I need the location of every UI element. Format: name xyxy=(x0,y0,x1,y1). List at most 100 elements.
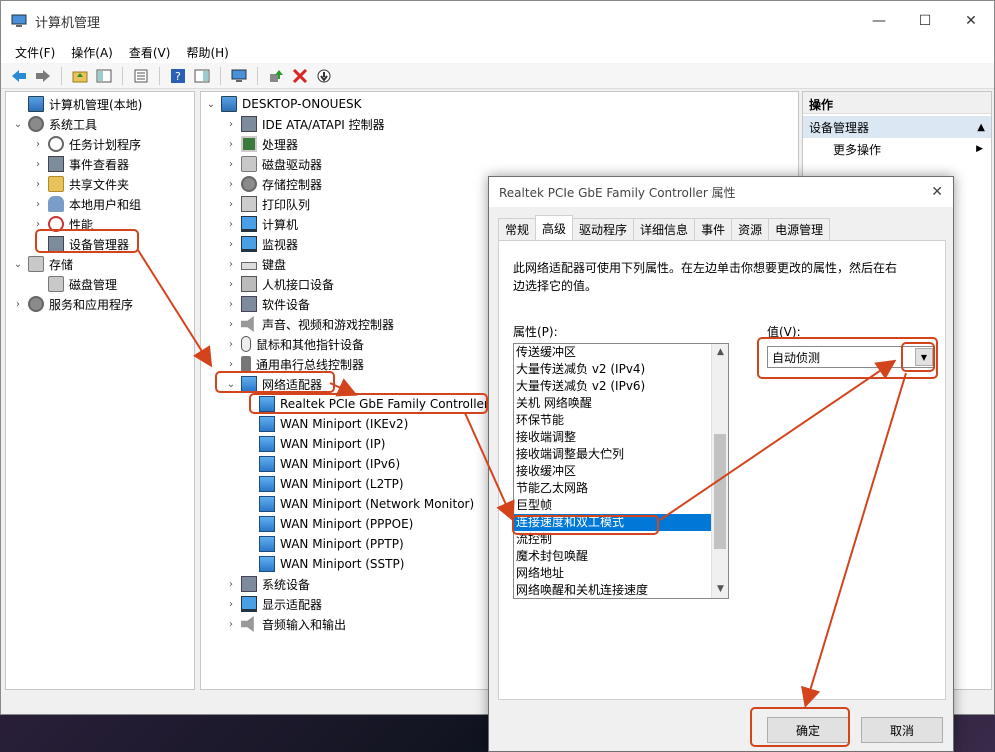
chevron-right-icon[interactable]: › xyxy=(12,299,24,310)
dialog-close-icon[interactable]: ✕ xyxy=(931,184,943,200)
network-adapter-7[interactable]: WAN Miniport (PPTP) xyxy=(243,534,404,554)
chevron-right-icon[interactable]: › xyxy=(225,359,237,370)
chevron-right-icon[interactable]: › xyxy=(225,279,237,290)
forward-arrow-icon[interactable] xyxy=(33,66,53,86)
device-category-11[interactable]: › 鼠标和其他指针设备 xyxy=(225,334,364,354)
chevron-right-icon[interactable]: › xyxy=(225,339,237,350)
maximize-button[interactable]: ☐ xyxy=(902,1,948,41)
chevron-right-icon[interactable]: › xyxy=(225,139,237,150)
device-category-3[interactable]: › 存储控制器 xyxy=(225,174,322,194)
property-item[interactable]: 接收端调整 xyxy=(514,429,711,446)
scan-hardware-icon[interactable] xyxy=(229,66,249,86)
device-category-1[interactable]: › 处理器 xyxy=(225,134,298,154)
property-item[interactable]: 节能乙太网路 xyxy=(514,480,711,497)
network-adapter-2[interactable]: WAN Miniport (IP) xyxy=(243,434,385,454)
network-adapter-5[interactable]: WAN Miniport (Network Monitor) xyxy=(243,494,474,514)
show-tree-icon[interactable] xyxy=(94,66,114,86)
chevron-down-icon[interactable]: ⌄ xyxy=(12,259,24,270)
tree-item-5[interactable]: › 本地用户和组 xyxy=(32,194,141,214)
tab-6[interactable]: 电源管理 xyxy=(768,218,831,240)
scroll-up-icon[interactable]: ▲ xyxy=(712,344,728,361)
scroll-thumb[interactable] xyxy=(714,434,726,549)
tab-3[interactable]: 详细信息 xyxy=(633,218,696,240)
device-category-0[interactable]: › IDE ATA/ATAPI 控制器 xyxy=(225,114,385,134)
properties-icon[interactable] xyxy=(131,66,151,86)
close-window-button[interactable]: ✕ xyxy=(948,1,994,41)
property-item[interactable]: 巨型帧 xyxy=(514,497,711,514)
chevron-right-icon[interactable]: › xyxy=(32,139,44,150)
help-icon[interactable]: ? xyxy=(168,66,188,86)
device-category-10[interactable]: › 声音、视频和游戏控制器 xyxy=(225,314,394,334)
property-item[interactable]: 大量传送减负 v2 (IPv4) xyxy=(514,361,711,378)
up-folder-icon[interactable] xyxy=(70,66,90,86)
network-adapter-6[interactable]: WAN Miniport (PPPOE) xyxy=(243,514,413,534)
device-category-8[interactable]: › 人机接口设备 xyxy=(225,274,334,294)
action-section-device-manager[interactable]: 设备管理器 ▲ xyxy=(803,116,991,138)
device-category-after-2[interactable]: › 音频输入和输出 xyxy=(225,614,346,634)
back-arrow-icon[interactable] xyxy=(9,66,29,86)
property-listbox[interactable]: 传送缓冲区 大量传送减负 v2 (IPv4) 大量传送减负 v2 (IPv6) 关机 … xyxy=(513,343,729,599)
property-item[interactable]: 接收端调整最大伫列 xyxy=(514,446,711,463)
device-category-9[interactable]: › 软件设备 xyxy=(225,294,310,314)
tree-item-1[interactable]: ⌄ 系统工具 xyxy=(12,114,97,134)
menu-file[interactable]: 文件(F) xyxy=(7,44,63,61)
device-category-2[interactable]: › 磁盘驱动器 xyxy=(225,154,322,174)
update-driver-icon[interactable] xyxy=(266,66,286,86)
tab-0[interactable]: 常规 xyxy=(498,218,537,240)
chevron-right-icon[interactable]: › xyxy=(225,159,237,170)
chevron-right-icon[interactable]: › xyxy=(225,599,237,610)
chevron-right-icon[interactable]: › xyxy=(32,179,44,190)
chevron-right-icon[interactable]: › xyxy=(32,159,44,170)
chevron-right-icon[interactable]: › xyxy=(225,179,237,190)
collapse-up-icon[interactable]: ▲ xyxy=(977,122,985,133)
tab-5[interactable]: 资源 xyxy=(731,218,770,240)
device-category-after-0[interactable]: › 系统设备 xyxy=(225,574,310,594)
show-action-pane-icon[interactable] xyxy=(192,66,212,86)
property-item[interactable]: 环保节能 xyxy=(514,412,711,429)
more-actions-item[interactable]: 更多操作 ▶ xyxy=(803,138,991,160)
cancel-button[interactable]: 取消 xyxy=(861,717,943,743)
menu-view[interactable]: 查看(V) xyxy=(121,44,179,61)
chevron-right-icon[interactable]: › xyxy=(225,319,237,330)
property-item[interactable]: 魔术封包唤醒 xyxy=(514,548,711,565)
property-item[interactable]: 大量传送减负 v2 (IPv6) xyxy=(514,378,711,395)
device-category-4[interactable]: › 打印队列 xyxy=(225,194,310,214)
menu-help[interactable]: 帮助(H) xyxy=(178,44,236,61)
tree-item-0[interactable]: 计算机管理(本地) xyxy=(12,94,142,114)
property-item[interactable]: 接收缓冲区 xyxy=(514,463,711,480)
uninstall-device-icon[interactable] xyxy=(290,66,310,86)
property-item[interactable]: 关机 网络唤醒 xyxy=(514,395,711,412)
device-category-after-1[interactable]: › 显示适配器 xyxy=(225,594,322,614)
chevron-right-icon[interactable]: › xyxy=(32,219,44,230)
tab-2[interactable]: 驱动程序 xyxy=(572,218,635,240)
chevron-down-icon[interactable]: ⌄ xyxy=(205,99,217,110)
scroll-down-icon[interactable]: ▼ xyxy=(712,581,728,598)
listbox-scrollbar[interactable]: ▲ ▼ xyxy=(711,344,728,598)
network-adapter-8[interactable]: WAN Miniport (SSTP) xyxy=(243,554,404,574)
tree-item-2[interactable]: › 任务计划程序 xyxy=(32,134,141,154)
device-category-7[interactable]: › 键盘 xyxy=(225,254,286,274)
tree-item-10[interactable]: › 服务和应用程序 xyxy=(12,294,133,314)
chevron-right-icon[interactable]: › xyxy=(225,579,237,590)
chevron-right-icon[interactable]: › xyxy=(225,259,237,270)
network-adapter-4[interactable]: WAN Miniport (L2TP) xyxy=(243,474,404,494)
chevron-right-icon[interactable]: › xyxy=(225,299,237,310)
tab-4[interactable]: 事件 xyxy=(694,218,733,240)
tree-item-9[interactable]: 磁盘管理 xyxy=(32,274,117,294)
network-adapter-3[interactable]: WAN Miniport (IPv6) xyxy=(243,454,400,474)
chevron-right-icon[interactable]: › xyxy=(225,619,237,630)
network-adapter-1[interactable]: WAN Miniport (IKEv2) xyxy=(243,414,408,434)
tab-1[interactable]: 高级 xyxy=(535,215,574,240)
tree-item-8[interactable]: ⌄ 存储 xyxy=(12,254,73,274)
property-item[interactable]: 网络地址 xyxy=(514,565,711,582)
property-item[interactable]: 网络唤醒和关机连接速度 xyxy=(514,582,711,598)
chevron-right-icon[interactable]: › xyxy=(225,199,237,210)
chevron-right-icon[interactable]: › xyxy=(225,239,237,250)
disable-device-icon[interactable] xyxy=(314,66,334,86)
device-category-6[interactable]: › 监视器 xyxy=(225,234,298,254)
minimize-button[interactable]: — xyxy=(856,1,902,41)
device-category-5[interactable]: › 计算机 xyxy=(225,214,298,234)
chevron-right-icon[interactable]: › xyxy=(225,219,237,230)
tree-item-3[interactable]: › 事件查看器 xyxy=(32,154,129,174)
tree-item-4[interactable]: › 共享文件夹 xyxy=(32,174,129,194)
